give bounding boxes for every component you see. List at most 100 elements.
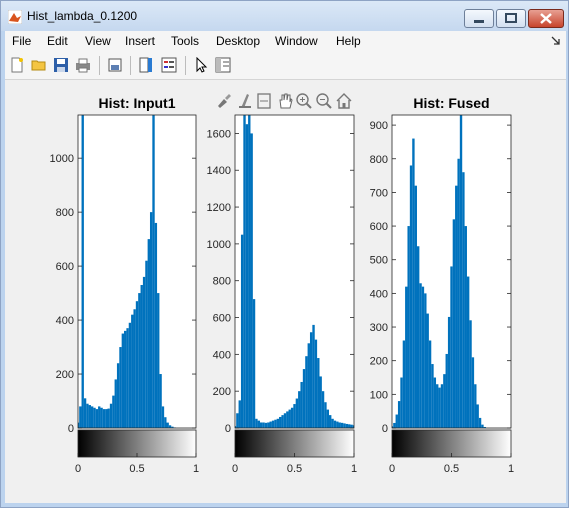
histogram-bar bbox=[112, 395, 115, 428]
histogram-bar bbox=[269, 421, 272, 428]
menu-desktop[interactable]: Desktop bbox=[216, 34, 260, 48]
x-tick-label: 0 bbox=[75, 463, 81, 475]
maximize-button[interactable] bbox=[496, 9, 526, 28]
y-tick-label: 100 bbox=[370, 389, 388, 401]
histogram-bar bbox=[126, 328, 129, 428]
zoom-in-icon[interactable] bbox=[296, 93, 312, 109]
y-tick-label: 600 bbox=[56, 261, 74, 273]
menu-tools[interactable]: Tools bbox=[171, 34, 199, 48]
histogram-bar bbox=[161, 406, 165, 428]
histogram-bar bbox=[252, 299, 256, 428]
histogram-bar bbox=[295, 398, 299, 428]
axes-title: Hist: Fused bbox=[413, 95, 489, 111]
colorbar-icon[interactable] bbox=[138, 57, 154, 73]
y-tick-label: 1200 bbox=[207, 202, 231, 214]
histogram-bar bbox=[283, 413, 287, 428]
menu-window[interactable]: Window bbox=[275, 34, 318, 48]
histogram-bar bbox=[474, 384, 477, 428]
histogram-bar bbox=[436, 384, 439, 428]
minimize-button[interactable] bbox=[464, 9, 494, 28]
menu-edit[interactable]: Edit bbox=[47, 34, 68, 48]
property-inspector-icon[interactable] bbox=[215, 57, 231, 73]
histogram-bar bbox=[348, 424, 351, 428]
histogram-bar bbox=[409, 165, 413, 428]
histogram-bar bbox=[414, 185, 417, 428]
x-tick-label: 0.5 bbox=[444, 463, 459, 475]
histogram-bar bbox=[290, 407, 294, 428]
link-icon[interactable] bbox=[257, 93, 271, 109]
y-tick-label: 800 bbox=[56, 207, 74, 219]
histogram-bar bbox=[81, 115, 84, 428]
histogram-bar bbox=[426, 313, 429, 428]
histogram-bar bbox=[462, 172, 465, 428]
histogram-bar bbox=[140, 284, 143, 428]
data-cursor-icon[interactable] bbox=[239, 94, 251, 108]
x-tick-label: 0 bbox=[232, 463, 238, 475]
pan-icon[interactable] bbox=[279, 93, 293, 109]
y-tick-label: 0 bbox=[68, 423, 74, 435]
histogram-bar bbox=[267, 422, 270, 428]
pointer-icon[interactable] bbox=[193, 57, 209, 73]
menu-view[interactable]: View bbox=[85, 34, 111, 48]
histogram-bar bbox=[393, 422, 396, 428]
histogram-bar bbox=[445, 353, 448, 428]
dock-arrow-icon[interactable] bbox=[551, 36, 561, 46]
histogram-bar bbox=[262, 422, 265, 428]
menu-file[interactable]: File bbox=[12, 34, 31, 48]
brush-icon[interactable] bbox=[218, 94, 231, 108]
y-tick-label: 0 bbox=[225, 423, 231, 435]
histogram-bar bbox=[405, 286, 408, 428]
histogram-bar bbox=[157, 293, 160, 428]
histogram-bar bbox=[243, 115, 246, 428]
title-bar[interactable]: Hist_lambda_0.1200 bbox=[1, 1, 568, 31]
histogram-bar bbox=[293, 404, 296, 428]
histogram-axes-1[interactable]: 0 200 400 600 800 1000 0 0.5 1 Hist: Input1 bbox=[50, 95, 200, 475]
legend-icon[interactable] bbox=[161, 57, 177, 73]
x-tick-label: 1 bbox=[508, 463, 514, 475]
histogram-bar bbox=[307, 343, 310, 428]
histogram-bar bbox=[105, 409, 108, 428]
x-tick-label: 0 bbox=[389, 463, 395, 475]
histogram-bar bbox=[466, 276, 470, 428]
histogram-bar bbox=[457, 158, 460, 428]
histogram-bar bbox=[116, 363, 120, 428]
toolbar-separator bbox=[130, 56, 131, 75]
histogram-bar bbox=[95, 409, 99, 428]
print-preview-icon[interactable] bbox=[107, 57, 123, 73]
new-file-icon[interactable] bbox=[9, 57, 25, 73]
histogram-bar bbox=[407, 226, 410, 428]
menu-insert[interactable]: Insert bbox=[125, 34, 155, 48]
y-tick-label: 200 bbox=[213, 386, 231, 398]
toolbar-separator bbox=[99, 56, 100, 75]
open-folder-icon[interactable] bbox=[31, 57, 47, 73]
y-tick-label: 400 bbox=[213, 349, 231, 361]
histogram-bar bbox=[88, 405, 91, 428]
histogram-bar bbox=[326, 409, 330, 428]
histogram-bar bbox=[166, 422, 169, 428]
save-icon[interactable] bbox=[53, 57, 69, 73]
histogram-bar bbox=[416, 246, 420, 428]
y-tick-label: 300 bbox=[370, 322, 388, 334]
histogram-bar bbox=[93, 407, 96, 428]
histogram-bar bbox=[340, 422, 344, 428]
histogram-bar bbox=[302, 369, 306, 428]
histogram-bar bbox=[100, 407, 103, 428]
y-tick-label: 1600 bbox=[207, 128, 231, 140]
x-tick-label: 1 bbox=[193, 463, 199, 475]
home-icon[interactable] bbox=[336, 93, 352, 109]
histogram-bar bbox=[324, 402, 327, 428]
histogram-axes-2[interactable]: 0 200 400 600 800 1000 1200 1400 1600 0 0.5 1 bbox=[207, 114, 358, 475]
close-button[interactable] bbox=[528, 9, 564, 28]
maximize-icon bbox=[505, 13, 517, 23]
menu-help[interactable]: Help bbox=[336, 34, 361, 48]
histogram-bar bbox=[481, 424, 484, 428]
histogram-bar bbox=[152, 115, 155, 428]
histogram-bar bbox=[395, 414, 398, 428]
histogram-axes-3[interactable]: 0 100 200 300 400 500 600 700 800 900 0 0.5 1 Hist: F… bbox=[370, 95, 514, 475]
histogram-bar bbox=[79, 406, 82, 428]
zoom-out-icon[interactable] bbox=[316, 93, 332, 109]
window-title: Hist_lambda_0.1200 bbox=[27, 9, 138, 23]
histogram-bar bbox=[138, 293, 141, 428]
histogram-bar bbox=[440, 384, 444, 428]
print-icon[interactable] bbox=[75, 57, 91, 73]
